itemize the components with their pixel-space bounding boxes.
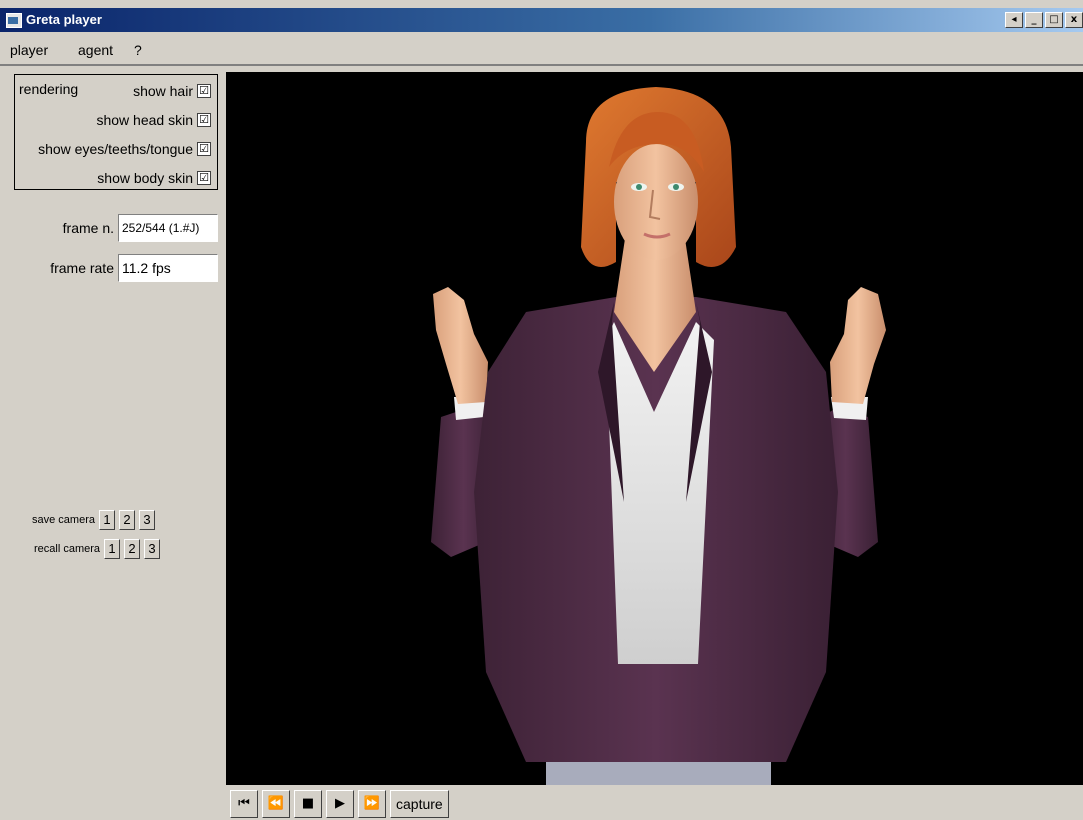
- recall-camera-1-button[interactable]: 1: [104, 539, 121, 559]
- 3d-viewport[interactable]: [226, 72, 1083, 785]
- rewind-button[interactable]: ⏪: [262, 790, 290, 818]
- avatar-render: [431, 87, 886, 785]
- face: [614, 144, 698, 260]
- show-head-skin-checkbox[interactable]: ☑: [197, 113, 211, 127]
- option-show-eyes[interactable]: show eyes/teeths/tongue ☑: [38, 141, 211, 157]
- menu-bar: player agent ?: [0, 34, 1083, 66]
- control-panel: rendering show hair ☑ show head skin ☑ s…: [8, 68, 226, 820]
- play-button[interactable]: ▶: [326, 790, 354, 818]
- app-icon: [6, 13, 22, 28]
- menu-agent[interactable]: agent: [78, 42, 113, 58]
- option-label: show hair: [133, 83, 193, 99]
- save-camera-1-button[interactable]: 1: [98, 510, 115, 530]
- skip-to-start-button[interactable]: ⏮: [230, 790, 258, 818]
- frame-number-label: frame n.: [62, 220, 114, 236]
- frame-rate-label: frame rate: [50, 260, 114, 276]
- recall-camera-row: recall camera 1 2 3: [34, 539, 161, 559]
- menu-player[interactable]: player: [10, 42, 48, 58]
- option-show-hair[interactable]: show hair ☑: [133, 83, 211, 99]
- playback-controls: ⏮ ⏪ ■ ▶ ⏩ capture: [230, 790, 449, 818]
- minimize-button[interactable]: _: [1025, 12, 1043, 28]
- title-bar: Greta player ◂ _ □ x: [0, 8, 1083, 32]
- frame-rate-row: frame rate 11.2 fps: [8, 254, 218, 282]
- option-label: show eyes/teeths/tongue: [38, 141, 193, 157]
- save-camera-2-button[interactable]: 2: [118, 510, 135, 530]
- option-label: show head skin: [96, 112, 193, 128]
- frame-number-row: frame n. 252/544 (1.#J): [8, 214, 218, 242]
- recall-camera-3-button[interactable]: 3: [144, 539, 161, 559]
- frame-number-field[interactable]: 252/544 (1.#J): [118, 214, 218, 242]
- close-button[interactable]: x: [1065, 12, 1083, 28]
- save-camera-row: save camera 1 2 3: [32, 510, 155, 530]
- window-title: Greta player: [26, 12, 102, 27]
- recall-camera-2-button[interactable]: 2: [124, 539, 141, 559]
- show-hair-checkbox[interactable]: ☑: [197, 84, 211, 98]
- show-body-skin-checkbox[interactable]: ☑: [197, 171, 211, 185]
- right-iris: [673, 184, 679, 190]
- capture-button[interactable]: capture: [390, 790, 449, 818]
- option-label: show body skin: [97, 170, 193, 186]
- window-controls: ◂ _ □ x: [1005, 12, 1083, 28]
- option-show-head-skin[interactable]: show head skin ☑: [96, 112, 211, 128]
- menu-help[interactable]: ?: [134, 42, 142, 58]
- left-iris: [636, 184, 642, 190]
- fast-forward-button[interactable]: ⏩: [358, 790, 386, 818]
- left-hand: [433, 287, 488, 404]
- right-hand: [830, 287, 886, 404]
- scroll-left-button[interactable]: ◂: [1005, 12, 1023, 28]
- maximize-button[interactable]: □: [1045, 12, 1063, 28]
- save-camera-label: save camera: [32, 514, 95, 526]
- stop-button[interactable]: ■: [294, 790, 322, 818]
- frame-rate-field[interactable]: 11.2 fps: [118, 254, 218, 282]
- recall-camera-label: recall camera: [34, 543, 101, 555]
- show-eyes-checkbox[interactable]: ☑: [197, 142, 211, 156]
- option-show-body-skin[interactable]: show body skin ☑: [97, 170, 211, 186]
- save-camera-3-button[interactable]: 3: [138, 510, 155, 530]
- rendering-group: rendering show hair ☑ show head skin ☑ s…: [14, 74, 218, 190]
- rendering-title: rendering: [19, 81, 79, 97]
